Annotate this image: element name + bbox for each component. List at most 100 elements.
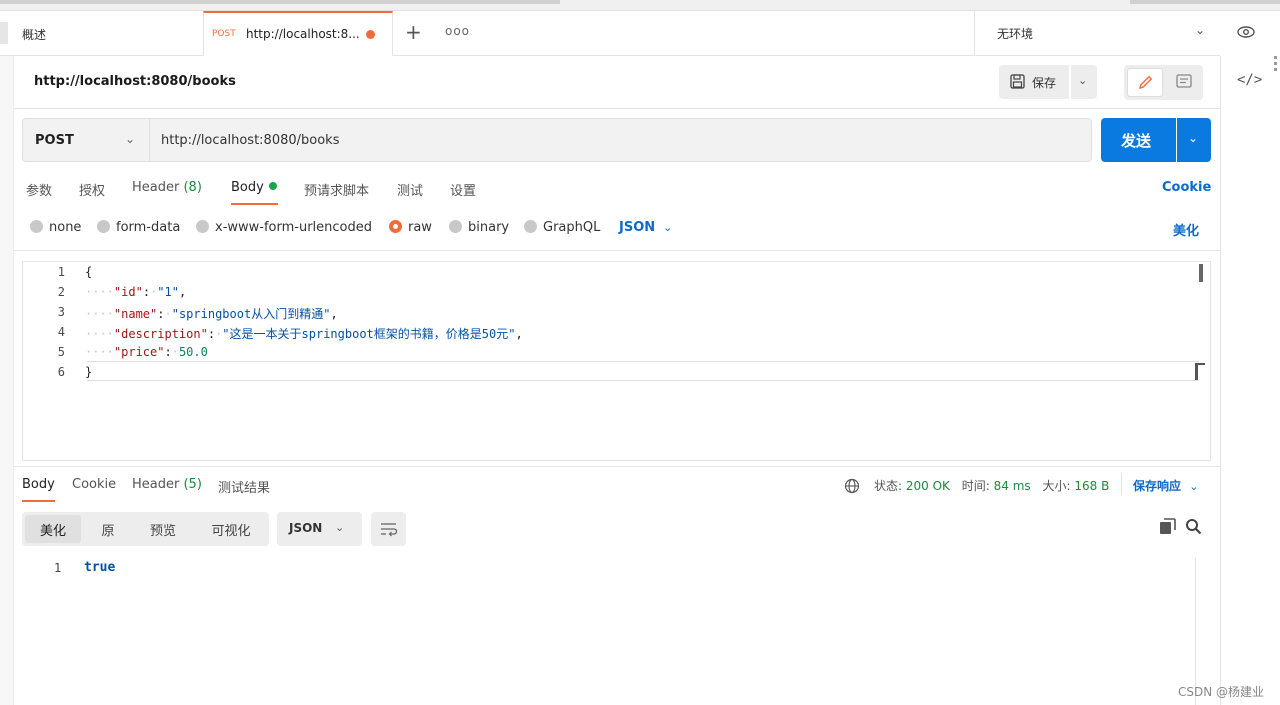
json-key: "description" (113, 327, 208, 341)
response-tab-cookie[interactable]: Cookie (72, 477, 116, 492)
tab-request-active[interactable]: POST http://localhost:8... (203, 11, 393, 56)
line-number: 4 (57, 325, 65, 339)
window-top-strip (0, 0, 1280, 11)
radio-label: binary (468, 220, 510, 235)
tab-pre-request-script[interactable]: 预请求脚本 (304, 180, 369, 199)
response-line-number: 1 (54, 561, 62, 575)
response-view-toggle: 美化 原 预览 可视化 (22, 512, 269, 546)
send-dropdown-button[interactable]: ⌄ (1177, 118, 1211, 162)
tab-body[interactable]: Body (231, 180, 277, 195)
doc-mode-button[interactable] (1168, 69, 1200, 96)
save-button-label: 保存 (1032, 76, 1057, 90)
size-label: 大小: (1042, 479, 1071, 493)
search-icon[interactable] (1185, 518, 1202, 535)
new-tab-plus-icon[interactable]: + (405, 20, 422, 44)
tab-overview[interactable]: 概述 (22, 26, 46, 43)
save-response-label: 保存响应 (1133, 479, 1182, 493)
top-strip-segment (0, 0, 560, 4)
radio-none[interactable]: none (30, 220, 81, 235)
line-number: 2 (57, 285, 65, 299)
text-cursor-icon (1195, 363, 1205, 380)
tab-params[interactable]: 参数 (26, 180, 52, 199)
wrap-lines-button[interactable] (371, 512, 406, 546)
response-tab-test-results[interactable]: 测试结果 (218, 477, 270, 496)
response-body-value[interactable]: true (84, 560, 115, 575)
radio-label: raw (408, 220, 432, 235)
code-line: { (85, 265, 92, 279)
pencil-icon (1139, 75, 1153, 89)
response-format-select[interactable]: JSON ⌄ (277, 512, 362, 546)
view-visualize-button[interactable]: 可视化 (196, 515, 266, 543)
radio-graphql[interactable]: GraphQL (524, 220, 600, 235)
response-format-label: JSON (289, 521, 323, 535)
save-response-button[interactable]: 保存响应 ⌄ (1133, 477, 1198, 494)
radio-raw[interactable]: raw (389, 220, 432, 235)
radio-circle-icon (524, 220, 537, 233)
more-tabs-icon[interactable]: ooo (445, 24, 470, 38)
sidebar-scroll-dots[interactable] (1273, 56, 1278, 86)
method-select[interactable]: POST ⌄ (22, 118, 150, 162)
request-body-editor[interactable]: 1 2 3 4 5 6 { ····"id":·"1", ····"name":… (22, 261, 1211, 461)
divider (14, 108, 1220, 109)
comment-doc-icon (1176, 74, 1192, 88)
radio-selected-icon (389, 220, 402, 233)
radio-label: x-www-form-urlencoded (215, 220, 373, 235)
body-format-select[interactable]: JSON ⌄ (619, 220, 672, 235)
chevron-down-icon: ⌄ (1188, 131, 1199, 145)
tab-method-badge: POST (212, 29, 236, 39)
json-value: "这是一本关于springboot框架的书籍，价格是50元" (222, 327, 516, 341)
view-pretty-button[interactable]: 美化 (25, 515, 81, 543)
code-line: ····"description":·"这是一本关于springboot框架的书… (85, 327, 523, 341)
divider (14, 466, 1220, 467)
send-button[interactable]: 发送 (1101, 118, 1176, 162)
tab-edge[interactable] (0, 22, 8, 44)
code-line: ····"name":·"springboot从入门到精通", (85, 307, 338, 321)
radio-label: GraphQL (543, 220, 601, 235)
json-key: "name" (113, 307, 158, 321)
tab-tests[interactable]: 测试 (397, 180, 423, 199)
radio-urlencoded[interactable]: x-www-form-urlencoded (196, 220, 372, 235)
chevron-down-icon: ⌄ (663, 221, 673, 234)
code-line: ····"price":·50.0 (85, 345, 208, 359)
response-tab-headers[interactable]: Header (5) (132, 477, 202, 492)
indent-dots: ···· (85, 307, 114, 321)
line-number: 5 (57, 345, 65, 359)
line-number: 6 (57, 365, 65, 379)
edit-mode-button[interactable] (1127, 68, 1163, 97)
request-title[interactable]: http://localhost:8080/books (34, 74, 236, 89)
divider (14, 250, 1220, 251)
current-line-highlight (87, 361, 1199, 381)
line-number: 1 (57, 265, 65, 279)
beautify-button[interactable]: 美化 (1173, 220, 1199, 239)
cookies-link[interactable]: Cookie (1162, 180, 1211, 195)
url-value: http://localhost:8080/books (161, 133, 340, 148)
status-value[interactable]: 200 OK (906, 479, 950, 493)
watermark: CSDN @杨建业 (1178, 685, 1265, 699)
radio-binary[interactable]: binary (449, 220, 509, 235)
size-value[interactable]: 168 B (1074, 479, 1109, 493)
environment-select[interactable]: 无环境 ⌄ (974, 11, 1220, 56)
editor-scrollbar[interactable] (1199, 264, 1203, 282)
tab-headers-count: (8) (183, 180, 202, 195)
response-tab-body[interactable]: Body (22, 477, 55, 492)
tab-auth[interactable]: 授权 (79, 180, 105, 199)
view-preview-button[interactable]: 预览 (135, 515, 191, 543)
tab-body-label: Body (231, 180, 264, 195)
save-dropdown-button[interactable]: ⌄ (1071, 65, 1097, 99)
save-button[interactable]: 保存 (999, 65, 1069, 99)
code-brace: { (85, 265, 93, 279)
json-key: "id" (113, 285, 143, 299)
code-snippet-icon[interactable]: </> (1237, 72, 1262, 88)
response-tab-headers-label: Header (132, 477, 180, 492)
url-input[interactable]: http://localhost:8080/books (150, 118, 1092, 162)
copy-icon[interactable] (1159, 518, 1176, 535)
radio-form-data[interactable]: form-data (97, 220, 180, 235)
time-value[interactable]: 84 ms (994, 479, 1031, 493)
globe-icon[interactable] (844, 478, 860, 494)
tab-headers[interactable]: Header (8) (132, 180, 202, 195)
tab-settings[interactable]: 设置 (450, 180, 476, 199)
view-raw-button[interactable]: 原 (86, 515, 130, 543)
radio-circle-icon (30, 220, 43, 233)
chevron-down-icon: ⌄ (1195, 23, 1206, 37)
eye-icon[interactable] (1237, 26, 1255, 38)
